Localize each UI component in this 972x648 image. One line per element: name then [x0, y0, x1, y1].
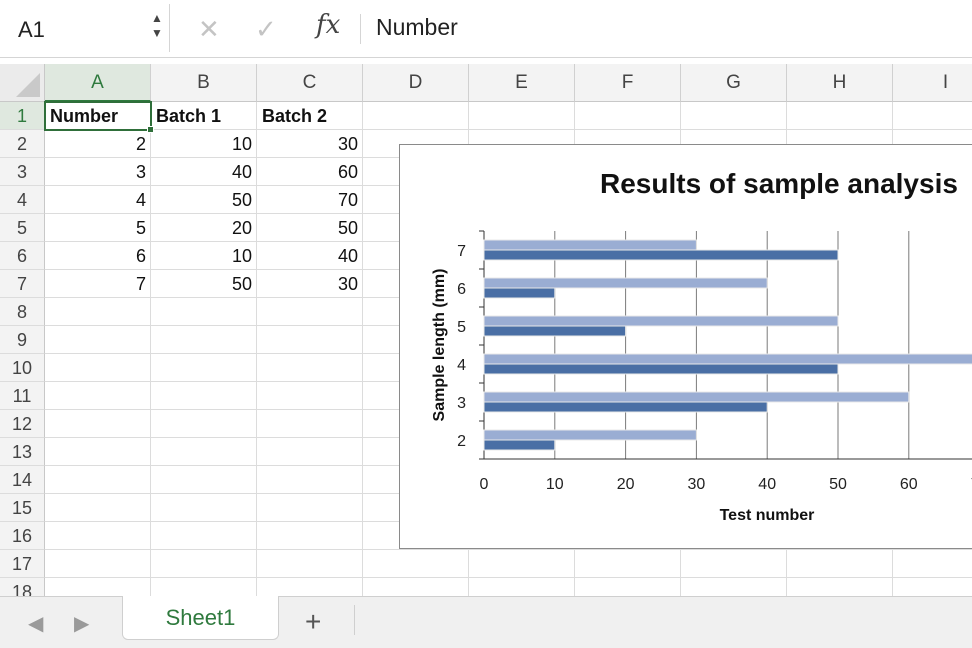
row-header-17[interactable]: 17 — [0, 550, 45, 578]
cell-c1[interactable]: Batch 2 — [257, 102, 363, 130]
bar-5-series-1 — [483, 325, 627, 337]
confirm-icon[interactable]: ✓ — [255, 14, 277, 45]
row-header-9[interactable]: 9 — [0, 326, 45, 354]
row-header-15[interactable]: 15 — [0, 494, 45, 522]
cell-a3[interactable]: 3 — [45, 158, 151, 186]
column-header-e[interactable]: E — [469, 64, 575, 102]
column-header-a[interactable]: A — [45, 64, 151, 102]
cell-c4[interactable]: 70 — [257, 186, 363, 214]
select-all-corner[interactable] — [0, 64, 45, 102]
cell-b1[interactable]: Batch 1 — [151, 102, 257, 130]
cell-b4[interactable]: 50 — [151, 186, 257, 214]
cell-b3[interactable]: 40 — [151, 158, 257, 186]
row-header-18[interactable]: 18 — [0, 578, 45, 596]
y-tick-label: 7 — [457, 243, 466, 260]
bar-7-series-2 — [483, 239, 697, 251]
next-sheet-icon[interactable]: ▶ — [74, 611, 89, 636]
x-tick-label: 10 — [546, 476, 564, 493]
fill-handle[interactable] — [147, 126, 154, 133]
x-axis-title: Test number — [720, 507, 815, 524]
column-header-b[interactable]: B — [151, 64, 257, 102]
x-tick-label: 60 — [900, 476, 918, 493]
cancel-icon[interactable]: ✕ — [198, 14, 220, 45]
formula-bar: A1 ▲ ▼ ✕ ✓ fx Number — [0, 0, 972, 58]
cell-b5[interactable]: 20 — [151, 214, 257, 242]
chart-title: Results of sample analysis — [600, 168, 958, 199]
x-tick-label: 50 — [829, 476, 847, 493]
cell-a4[interactable]: 4 — [45, 186, 151, 214]
name-box-spinner-icon[interactable]: ▲ ▼ — [151, 11, 163, 41]
row-header-4[interactable]: 4 — [0, 186, 45, 214]
row-header-1[interactable]: 1 — [0, 102, 45, 130]
y-tick-label: 2 — [457, 433, 466, 450]
formula-divider — [360, 14, 361, 44]
bar-4-series-2 — [483, 353, 972, 365]
row-header-12[interactable]: 12 — [0, 410, 45, 438]
row-header-8[interactable]: 8 — [0, 298, 45, 326]
y-tick-label: 5 — [457, 319, 466, 336]
row-header-13[interactable]: 13 — [0, 438, 45, 466]
y-tick-label: 4 — [457, 357, 466, 374]
cell-c7[interactable]: 30 — [257, 270, 363, 298]
prev-sheet-icon[interactable]: ◀ — [28, 611, 43, 636]
cell-b6[interactable]: 10 — [151, 242, 257, 270]
row-header-11[interactable]: 11 — [0, 382, 45, 410]
bar-7-series-1 — [483, 249, 839, 261]
y-tick-label: 3 — [457, 395, 466, 412]
row-header-14[interactable]: 14 — [0, 466, 45, 494]
row-header-6[interactable]: 6 — [0, 242, 45, 270]
bar-2-series-2 — [483, 429, 697, 441]
cell-a7[interactable]: 7 — [45, 270, 151, 298]
column-header-g[interactable]: G — [681, 64, 787, 102]
cell-c3[interactable]: 60 — [257, 158, 363, 186]
bar-6-series-1 — [483, 287, 556, 299]
sheet-bar-divider — [354, 605, 355, 635]
bar-3-series-2 — [483, 391, 910, 403]
row-gridline — [45, 577, 972, 578]
column-header-d[interactable]: D — [363, 64, 469, 102]
formula-input[interactable]: Number — [376, 14, 458, 41]
sheet-bar: ◀ ▶ Sheet1 + — [0, 596, 972, 648]
column-header-c[interactable]: C — [257, 64, 363, 102]
x-tick-label: 40 — [758, 476, 776, 493]
chart-canvas: Results of sample analysis 0 10 20 30 40 50 60 7… — [431, 168, 972, 524]
add-sheet-button[interactable]: + — [305, 606, 321, 638]
function-icon[interactable]: fx — [316, 10, 340, 40]
bar-chart[interactable]: Results of sample analysis 0 10 20 30 40 50 60 7… — [399, 144, 972, 549]
active-cell-selection[interactable] — [44, 101, 152, 131]
column-header-h[interactable]: H — [787, 64, 893, 102]
cell-b7[interactable]: 50 — [151, 270, 257, 298]
cell-c5[interactable]: 50 — [257, 214, 363, 242]
name-box-value[interactable]: A1 — [18, 17, 45, 43]
x-tick-label: 0 — [480, 476, 489, 493]
cell-b2[interactable]: 10 — [151, 130, 257, 158]
name-box[interactable]: A1 ▲ ▼ — [0, 4, 170, 52]
row-header-3[interactable]: 3 — [0, 158, 45, 186]
row-header-2[interactable]: 2 — [0, 130, 45, 158]
cell-c2[interactable]: 30 — [257, 130, 363, 158]
column-header-f[interactable]: F — [575, 64, 681, 102]
row-header-16[interactable]: 16 — [0, 522, 45, 550]
bar-3-series-1 — [483, 401, 768, 413]
cell-c6[interactable]: 40 — [257, 242, 363, 270]
cell-a5[interactable]: 5 — [45, 214, 151, 242]
bar-6-series-2 — [483, 277, 768, 289]
bar-5-series-2 — [483, 315, 839, 327]
x-tick-label: 30 — [688, 476, 706, 493]
y-tick-label: 6 — [457, 281, 466, 298]
row-header-5[interactable]: 5 — [0, 214, 45, 242]
x-tick-label: 20 — [617, 476, 635, 493]
y-axis-title: Sample length (mm) — [431, 269, 448, 422]
bar-2-series-1 — [483, 439, 556, 451]
row-header-7[interactable]: 7 — [0, 270, 45, 298]
cell-a6[interactable]: 6 — [45, 242, 151, 270]
bar-4-series-1 — [483, 363, 839, 375]
column-header-i[interactable]: I — [893, 64, 972, 102]
sheet-tab[interactable]: Sheet1 — [122, 596, 279, 640]
cell-a2[interactable]: 2 — [45, 130, 151, 158]
row-header-10[interactable]: 10 — [0, 354, 45, 382]
